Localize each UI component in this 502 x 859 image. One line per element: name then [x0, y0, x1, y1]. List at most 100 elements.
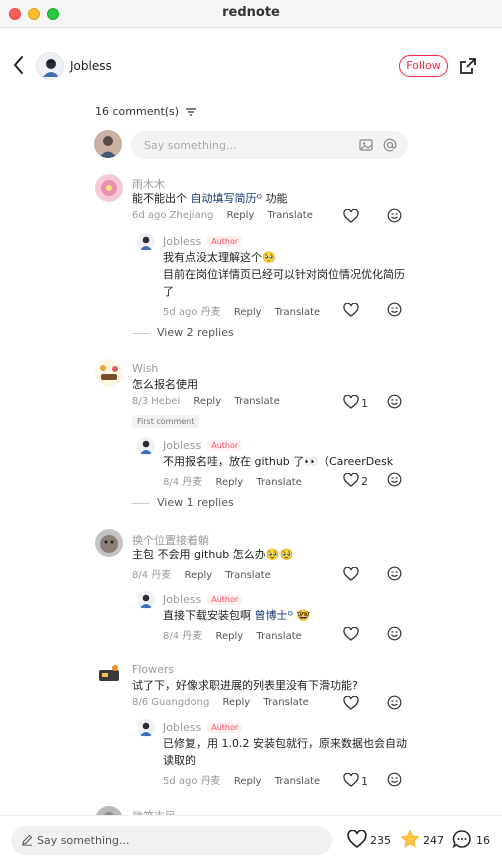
emoji-reaction-icon[interactable]: [387, 302, 402, 317]
reply-text-line: 了: [163, 285, 174, 298]
stars-count: 247: [423, 834, 444, 847]
heart-icon[interactable]: [343, 773, 359, 787]
author-reply-avatar[interactable]: [137, 437, 155, 455]
comment-text-part: 功能: [261, 192, 288, 205]
view-replies-button[interactable]: View 1 replies: [132, 496, 234, 509]
comment-count: 16 comment(s): [95, 105, 196, 118]
translate-button[interactable]: Translate: [275, 776, 320, 787]
heart-icon[interactable]: [343, 209, 359, 223]
translate-button[interactable]: Translate: [263, 697, 308, 708]
window-titlebar: rednote: [0, 0, 502, 28]
reply-button[interactable]: Reply: [234, 307, 262, 318]
likes-count: 235: [370, 834, 391, 847]
comment-text-part: 能不能出个: [132, 192, 191, 205]
heart-icon[interactable]: [343, 473, 359, 487]
translate-button[interactable]: Translate: [256, 631, 301, 642]
comment-location: Hebei: [151, 396, 181, 407]
author-reply-avatar[interactable]: [137, 719, 155, 737]
divider-line: [132, 332, 150, 334]
reply-location: 丹麦: [200, 307, 221, 318]
follow-button[interactable]: Follow: [399, 55, 448, 77]
image-icon[interactable]: [359, 138, 373, 152]
reply-button[interactable]: Reply: [227, 210, 255, 221]
comment-bubble-icon[interactable]: [452, 829, 472, 849]
star-icon[interactable]: [400, 829, 420, 849]
comment-text: 怎么报名使用: [132, 378, 198, 391]
view-replies-button[interactable]: View 2 replies: [132, 326, 234, 339]
commenter-avatar[interactable]: [95, 359, 123, 387]
translate-button[interactable]: Translate: [256, 477, 301, 488]
reply-meta: 5d ago 丹麦 Reply Translate: [163, 303, 320, 318]
commenter-avatar[interactable]: [95, 529, 123, 557]
reply-button[interactable]: Reply: [234, 776, 262, 787]
heart-icon[interactable]: [343, 567, 359, 581]
reply-button[interactable]: Reply: [223, 697, 251, 708]
reply-user-name[interactable]: Jobless: [163, 721, 201, 734]
back-arrow-icon[interactable]: [10, 54, 28, 76]
reply-text-part: 🤓: [292, 609, 311, 622]
heart-icon[interactable]: [343, 395, 359, 409]
reply-location: 丹麦: [182, 477, 203, 488]
comment-meta: 8/3 Hebei Reply Translate: [132, 396, 280, 407]
commenter-avatar[interactable]: [95, 174, 123, 202]
keyword-link[interactable]: 自动填写简历: [191, 192, 257, 205]
like-count: 1: [361, 775, 368, 788]
reply-user-name[interactable]: Jobless: [163, 593, 201, 606]
author-reply-avatar[interactable]: [137, 233, 155, 251]
emoji-reaction-icon[interactable]: [387, 208, 402, 223]
reply-date: 5d ago: [163, 307, 198, 318]
emoji-reaction-icon[interactable]: [387, 772, 402, 787]
author-tag: Author: [207, 236, 243, 247]
author-reply-avatar[interactable]: [137, 591, 155, 609]
reply-location: 丹麦: [200, 776, 221, 787]
share-icon[interactable]: [458, 56, 478, 76]
reply-user: Jobless Author: [163, 235, 243, 248]
emoji-reaction-icon[interactable]: [387, 626, 402, 641]
reply-date: 8/4: [163, 477, 180, 488]
commenter-name[interactable]: Flowers: [132, 663, 174, 676]
comment-input-placeholder: Say something...: [144, 139, 237, 152]
reply-button[interactable]: Reply: [193, 396, 221, 407]
mention-icon[interactable]: [383, 138, 397, 152]
comment-location: Guangdong: [151, 697, 210, 708]
emoji-reaction-icon[interactable]: [387, 472, 402, 487]
sort-icon[interactable]: [185, 108, 196, 116]
comment-input[interactable]: Say something...: [131, 131, 408, 159]
reply-text-line: 读取的: [163, 754, 196, 767]
reply-user: Jobless Author: [163, 721, 243, 734]
bottom-bar: Say something... 235 247 16: [0, 815, 502, 859]
heart-icon[interactable]: [343, 627, 359, 641]
reply-user-name[interactable]: Jobless: [163, 235, 201, 248]
heart-icon[interactable]: [343, 696, 359, 710]
keyword-link[interactable]: 曾博士: [255, 609, 288, 622]
translate-button[interactable]: Translate: [275, 307, 320, 318]
reply-user-name[interactable]: Jobless: [163, 439, 201, 452]
comment-date: 8/6: [132, 697, 149, 708]
comment-meta: 8/4 丹麦 Reply Translate: [132, 566, 271, 581]
bottom-comment-input[interactable]: Say something...: [11, 826, 332, 855]
emoji-reaction-icon[interactable]: [387, 695, 402, 710]
reply-date: 5d ago: [163, 776, 198, 787]
reply-button[interactable]: Reply: [215, 631, 243, 642]
heart-icon[interactable]: [343, 303, 359, 317]
emoji-reaction-icon[interactable]: [387, 394, 402, 409]
author-name[interactable]: Jobless: [70, 59, 112, 73]
like-heart-icon[interactable]: [347, 830, 367, 848]
comment-meta: 8/6 Guangdong Reply Translate: [132, 697, 309, 708]
translate-button[interactable]: Translate: [267, 210, 312, 221]
commenter-name[interactable]: Wish: [132, 362, 158, 375]
comment-location: 丹麦: [151, 570, 172, 581]
commenter-avatar[interactable]: [95, 661, 123, 689]
emoji-reaction-icon[interactable]: [387, 566, 402, 581]
reply-text-line: 目前在岗位详情页已经可以针对岗位情况优化简历: [163, 268, 405, 281]
translate-button[interactable]: Translate: [234, 396, 279, 407]
bottom-input-placeholder: Say something...: [37, 834, 130, 847]
reply-button[interactable]: Reply: [184, 570, 212, 581]
author-tag: Author: [207, 594, 243, 605]
author-avatar[interactable]: [36, 52, 64, 80]
reply-button[interactable]: Reply: [215, 477, 243, 488]
comment-meta: 6d ago Zhejiang Reply Translate: [132, 210, 313, 221]
pencil-icon: [22, 834, 33, 846]
translate-button[interactable]: Translate: [225, 570, 270, 581]
comment-date: 6d ago: [132, 210, 167, 221]
